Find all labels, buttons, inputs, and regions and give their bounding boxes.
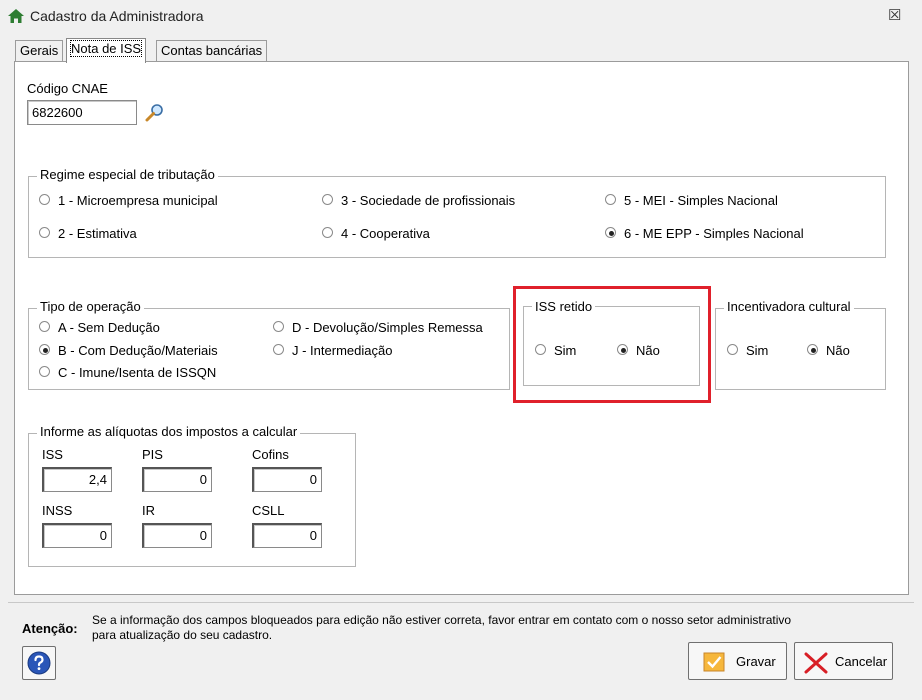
attention-message-line2: para atualização do seu cadastro.	[92, 628, 273, 642]
csll-input[interactable]: 0	[252, 523, 322, 548]
iss-retido-nao-label: Não	[636, 343, 660, 358]
iss-retido-title: ISS retido	[532, 299, 596, 314]
close-icon[interactable]: ☒	[888, 6, 901, 24]
regime-radio-4[interactable]	[322, 227, 333, 238]
regime-label-5: 5 - MEI - Simples Nacional	[624, 193, 778, 208]
save-label: Gravar	[736, 654, 776, 669]
incentivadora-sim-label: Sim	[746, 343, 769, 358]
incentivadora-nao-radio[interactable]	[807, 344, 818, 355]
cancel-label: Cancelar	[835, 654, 888, 669]
regime-radio-6[interactable]	[605, 227, 616, 238]
regime-label-6: 6 - ME EPP - Simples Nacional	[624, 226, 804, 241]
tab-nota-de-iss[interactable]: Nota de ISS	[66, 38, 147, 63]
iss-retido-group	[523, 306, 700, 386]
ir-label: IR	[142, 503, 155, 518]
operacao-radio-c[interactable]	[39, 366, 50, 377]
regime-radio-5[interactable]	[605, 194, 616, 205]
iss-retido-sim-label: Sim	[554, 343, 577, 358]
regime-group	[28, 176, 886, 258]
cofins-label: Cofins	[252, 447, 289, 462]
inss-input[interactable]: 0	[42, 523, 112, 548]
pis-input[interactable]: 0	[142, 467, 212, 492]
footer-divider	[8, 602, 914, 603]
incentivadora-title: Incentivadora cultural	[724, 299, 854, 314]
tab-contas-bancarias[interactable]: Contas bancárias	[156, 40, 268, 61]
attention-message-line1: Se a informação dos campos bloqueados pa…	[92, 613, 792, 627]
x-icon	[804, 652, 828, 674]
ir-input[interactable]: 0	[142, 523, 212, 548]
cancel-button[interactable]: Cancelar	[794, 642, 893, 680]
operacao-label-d: D - Devolução/Simples Remessa	[292, 320, 483, 335]
tab-gerais[interactable]: Gerais	[15, 40, 64, 61]
aliquotas-title: Informe as alíquotas dos impostos a calc…	[37, 424, 301, 439]
operacao-label-b: B - Com Dedução/Materiais	[58, 343, 218, 358]
regime-label-1: 1 - Microempresa municipal	[58, 193, 218, 208]
operacao-title: Tipo de operação	[37, 299, 144, 314]
regime-label-2: 2 - Estimativa	[58, 226, 137, 241]
regime-title: Regime especial de tributação	[37, 167, 218, 182]
operacao-label-c: C - Imune/Isenta de ISSQN	[58, 365, 217, 380]
house-icon	[8, 9, 24, 23]
operacao-label-a: A - Sem Dedução	[58, 320, 160, 335]
operacao-label-j: J - Intermediação	[292, 343, 393, 358]
magnifier-icon[interactable]	[144, 103, 166, 123]
iss-input[interactable]: 2,4	[42, 467, 112, 492]
incentivadora-group	[715, 308, 886, 390]
question-icon	[27, 651, 51, 675]
pis-label: PIS	[142, 447, 163, 462]
iss-retido-nao-radio[interactable]	[617, 344, 628, 355]
operacao-radio-a[interactable]	[39, 321, 50, 332]
regime-label-4: 4 - Cooperativa	[341, 226, 430, 241]
operacao-radio-b[interactable]	[39, 344, 50, 355]
help-button[interactable]	[22, 646, 56, 680]
operacao-radio-j[interactable]	[273, 344, 284, 355]
attention-label: Atenção:	[22, 621, 78, 636]
cofins-input[interactable]: 0	[252, 467, 322, 492]
cnae-input[interactable]: 6822600	[27, 100, 137, 125]
iss-retido-sim-radio[interactable]	[535, 344, 546, 355]
window-title: Cadastro da Administradora	[30, 8, 204, 24]
iss-label: ISS	[42, 447, 63, 462]
incentivadora-sim-radio[interactable]	[727, 344, 738, 355]
incentivadora-nao-label: Não	[826, 343, 850, 358]
regime-radio-1[interactable]	[39, 194, 50, 205]
cnae-label: Código CNAE	[27, 81, 108, 96]
csll-label: CSLL	[252, 503, 285, 518]
inss-label: INSS	[42, 503, 73, 518]
regime-label-3: 3 - Sociedade de profissionais	[341, 193, 516, 208]
check-icon	[703, 652, 725, 672]
operacao-radio-d[interactable]	[273, 321, 284, 332]
save-button[interactable]: Gravar	[688, 642, 787, 680]
regime-radio-2[interactable]	[39, 227, 50, 238]
regime-radio-3[interactable]	[322, 194, 333, 205]
